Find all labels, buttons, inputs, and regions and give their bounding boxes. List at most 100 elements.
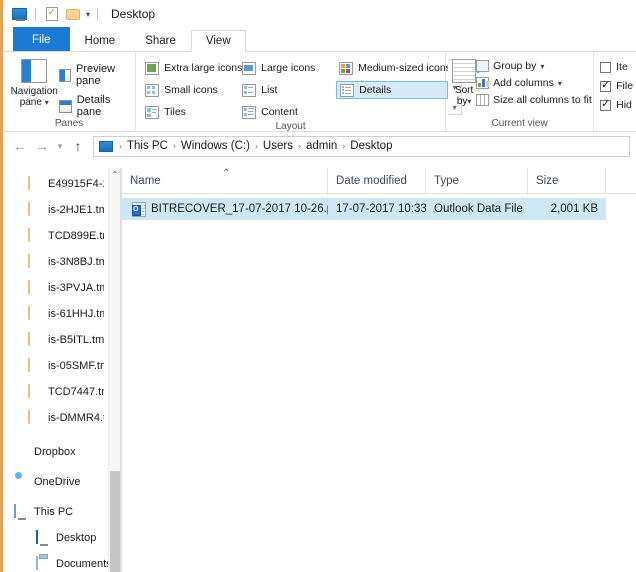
checkbox-checked-icon[interactable] <box>600 100 611 111</box>
column-header-label: Date modified <box>336 175 407 187</box>
file-name-cell[interactable]: BITRECOVER_17-07-2017 10-26.pst <box>122 198 328 220</box>
table-row[interactable]: BITRECOVER_17-07-2017 10-26.pst 17-07-20… <box>122 198 636 220</box>
sidebar-item-documents[interactable]: Documents <box>6 551 121 572</box>
column-header-label: Name <box>130 175 161 187</box>
file-type-cell: Outlook Data File <box>426 198 528 220</box>
item-checkboxes-option[interactable]: Ite <box>600 61 633 73</box>
group-by-button[interactable]: Group by ▾ <box>476 60 592 72</box>
sidebar-item-is-dmmr4[interactable]: is-DMMR4.tn 📌 <box>6 405 121 431</box>
checkbox-unchecked-icon[interactable] <box>600 62 611 73</box>
sidebar-item-desktop[interactable]: Desktop <box>6 525 121 551</box>
ribbon: Navigation pane ▾ Preview pane Details p… <box>3 52 636 132</box>
list-icon <box>242 84 256 97</box>
scrollbar-thumb[interactable] <box>110 471 120 572</box>
chevron-right-icon[interactable]: › <box>341 141 346 151</box>
chevron-down-icon[interactable]: ▾ <box>540 62 544 71</box>
chevron-down-icon[interactable]: ▾ <box>558 79 562 88</box>
sidebar-item-label: Documents <box>56 558 112 570</box>
ribbon-tabs: File Home Share View <box>3 28 636 52</box>
column-header-size[interactable]: Size <box>528 168 606 193</box>
layout-large-icons[interactable]: Large icons <box>239 59 336 77</box>
layout-item-label: Large icons <box>261 62 315 74</box>
tab-view[interactable]: View <box>191 30 246 52</box>
column-header-name[interactable]: Name ⌃ <box>122 168 328 193</box>
layout-item-label: Small icons <box>164 84 218 96</box>
sort-by-button[interactable]: Sort by▾ <box>452 57 476 107</box>
file-name-extensions-option[interactable]: File <box>600 80 633 92</box>
breadcrumb-windows-c[interactable]: Windows (C:) <box>179 140 252 152</box>
preview-pane-icon <box>59 69 71 82</box>
ribbon-group-current-view: Sort by▾ Group by ▾ Add columns ▾ <box>446 52 594 132</box>
folder-icon <box>28 307 43 321</box>
small-icons-icon <box>145 84 159 97</box>
sidebar-item-dropbox[interactable]: Dropbox <box>6 439 121 465</box>
sidebar-item-e49915f4[interactable]: E49915F4-1F5 📌 <box>6 171 121 197</box>
sidebar-item-onedrive[interactable]: OneDrive <box>6 469 121 495</box>
sort-by-label-1: Sort <box>455 85 473 96</box>
breadcrumb-admin[interactable]: admin <box>304 140 339 152</box>
sidebar-item-this-pc[interactable]: This PC <box>6 499 121 525</box>
sidebar-item-is-3pvja[interactable]: is-3PVJA.tmp 📌 <box>6 275 121 301</box>
layout-list[interactable]: List <box>239 81 336 99</box>
extra-large-icons-icon <box>145 62 159 75</box>
sidebar-item-label: TCD7447.tmp <box>48 386 104 398</box>
layout-extra-large-icons[interactable]: Extra large icons <box>142 59 239 77</box>
chevron-right-icon[interactable]: › <box>254 141 259 151</box>
sidebar-item-is-3n8bj[interactable]: is-3N8BJ.tmp 📌 <box>6 249 121 275</box>
size-all-columns-button[interactable]: Size all columns to fit <box>476 94 592 106</box>
chevron-right-icon[interactable]: › <box>297 141 302 151</box>
sidebar-item-is-b5itl[interactable]: is-B5ITL.tmp 📌 <box>6 327 121 353</box>
sidebar-item-is-61hhj[interactable]: is-61HHJ.tmp 📌 <box>6 301 121 327</box>
column-header-date-modified[interactable]: Date modified <box>328 168 426 193</box>
this-pc-icon <box>14 505 29 519</box>
chevron-down-icon[interactable]: ▾ <box>467 97 471 106</box>
divider <box>97 8 98 21</box>
sidebar-item-tcd7447[interactable]: TCD7447.tmp 📌 <box>6 379 121 405</box>
layout-details[interactable]: Details <box>336 81 448 99</box>
chevron-down-icon[interactable]: ▾ <box>86 10 90 19</box>
sidebar-item-is-05smf[interactable]: is-05SMF.tmp 📌 <box>6 353 121 379</box>
sidebar-item-is-2hje1[interactable]: is-2HJE1.tmp 📌 <box>6 197 121 223</box>
tab-home[interactable]: Home <box>70 29 131 51</box>
chevron-down-icon[interactable]: ▾ <box>45 98 49 107</box>
folder-icon <box>28 411 43 425</box>
layout-tiles[interactable]: Tiles <box>142 103 239 121</box>
layout-content[interactable]: Content <box>239 103 336 121</box>
sidebar-item-tcd899e[interactable]: TCD899E.tmp 📌 <box>6 223 121 249</box>
add-columns-button[interactable]: Add columns ▾ <box>476 77 592 89</box>
new-folder-icon[interactable] <box>64 7 81 22</box>
show-hide-label: File <box>616 80 633 92</box>
details-pane-button[interactable]: Details pane <box>59 94 129 118</box>
this-pc-icon[interactable] <box>11 7 28 22</box>
back-button[interactable]: ← <box>9 135 31 157</box>
sidebar-item-label: is-B5ITL.tmp <box>48 334 104 346</box>
properties-icon[interactable] <box>43 7 60 22</box>
checkbox-checked-icon[interactable] <box>600 81 611 92</box>
content-icon <box>242 106 256 119</box>
recent-locations-button[interactable]: ▾ <box>53 135 67 157</box>
ribbon-group-layout: Extra large icons Small icons Tiles <box>136 52 446 132</box>
up-button[interactable]: ↑ <box>67 135 89 157</box>
navigation-pane-button[interactable]: Navigation pane ▾ <box>9 57 59 108</box>
chevron-right-icon[interactable]: › <box>118 141 123 151</box>
panes-group-label: Panes <box>3 118 135 132</box>
breadcrumb[interactable]: › This PC › Windows (C:) › Users › admin… <box>93 136 630 157</box>
layout-group-label: Layout <box>136 121 445 133</box>
hidden-items-option[interactable]: Hid <box>600 99 633 111</box>
column-header-type[interactable]: Type <box>426 168 528 193</box>
breadcrumb-users[interactable]: Users <box>261 140 295 152</box>
column-header-label: Size <box>536 175 558 187</box>
tab-share[interactable]: Share <box>130 29 191 51</box>
sidebar-item-label: OneDrive <box>34 476 80 488</box>
file-explorer-window: ▾ Desktop File Home Share View Navigatio… <box>0 0 636 572</box>
forward-button[interactable]: → <box>31 135 53 157</box>
size-columns-icon <box>476 94 489 106</box>
tab-file[interactable]: File <box>13 27 70 51</box>
layout-medium-icons[interactable]: Medium-sized icons <box>336 59 448 77</box>
chevron-right-icon[interactable]: › <box>172 141 177 151</box>
breadcrumb-desktop[interactable]: Desktop <box>348 140 394 152</box>
sidebar-item-label: This PC <box>34 506 73 518</box>
layout-small-icons[interactable]: Small icons <box>142 81 239 99</box>
preview-pane-button[interactable]: Preview pane <box>59 63 129 87</box>
breadcrumb-this-pc[interactable]: This PC <box>125 140 170 152</box>
